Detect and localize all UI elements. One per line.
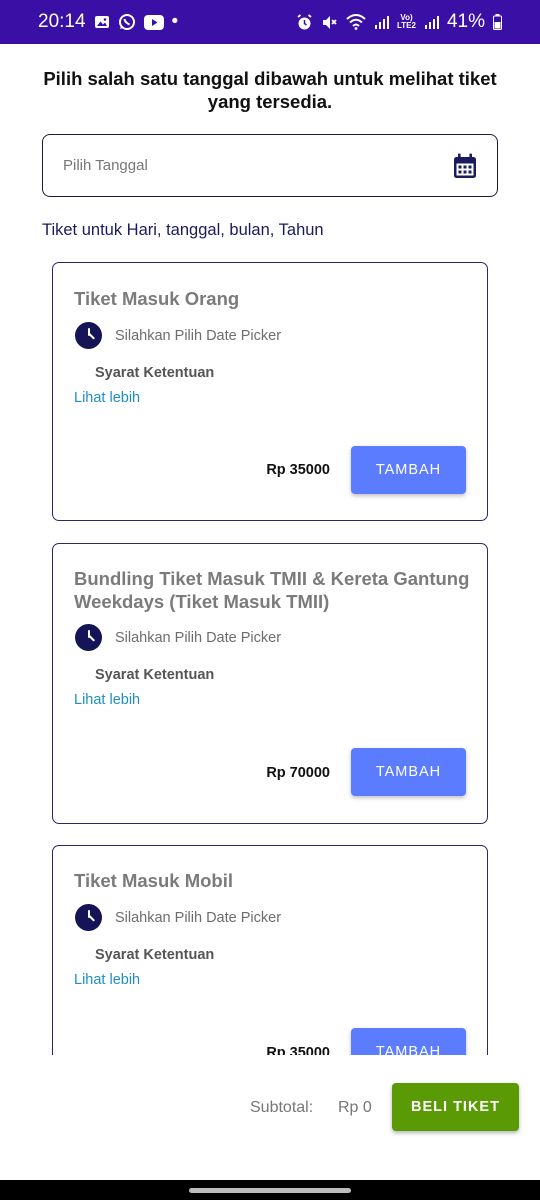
ticket-card: Tiket Masuk Orang Silahkan Pilih Date Pi… xyxy=(52,262,488,521)
subtotal-value: Rp 0 xyxy=(338,1099,372,1116)
add-ticket-button[interactable]: TAMBAH xyxy=(351,748,466,796)
see-more-link[interactable]: Lihat lebih xyxy=(74,692,140,708)
terms-label: Syarat Ketentuan xyxy=(95,667,215,683)
subtotal-label: Subtotal: xyxy=(250,1099,314,1116)
system-nav-bar xyxy=(0,1180,540,1200)
lte-indicator: Vo) LTE2 xyxy=(397,14,416,30)
status-dot: • xyxy=(171,11,179,32)
youtube-icon xyxy=(143,14,164,30)
alarm-icon xyxy=(296,13,313,31)
ticket-price: Rp 70000 xyxy=(266,765,330,781)
ticket-title: Bundling Tiket Masuk TMII & Kereta Gantu… xyxy=(74,568,470,612)
status-left: 20:14 • xyxy=(38,11,178,33)
mute-icon xyxy=(321,14,338,31)
clock-icon xyxy=(75,624,102,651)
battery-percent: 41% xyxy=(446,11,485,32)
checkout-footer: Subtotal: Rp 0 BELI TIKET xyxy=(0,1070,540,1150)
ticket-time-label: Silahkan Pilih Date Picker xyxy=(115,327,282,344)
see-more-link[interactable]: Lihat lebih xyxy=(74,390,140,406)
gallery-icon xyxy=(94,14,110,30)
terms-label: Syarat Ketentuan xyxy=(95,365,215,381)
calendar-icon[interactable] xyxy=(453,153,477,179)
see-more-link[interactable]: Lihat lebih xyxy=(74,972,140,988)
ticket-time-row: Silahkan Pilih Date Picker xyxy=(75,322,281,349)
home-gesture-pill[interactable] xyxy=(189,1188,351,1193)
clock-icon xyxy=(75,322,102,349)
date-picker-placeholder: Pilih Tanggal xyxy=(63,157,148,174)
clock-icon xyxy=(75,904,102,931)
ticket-card: Bundling Tiket Masuk TMII & Kereta Gantu… xyxy=(52,543,488,824)
ticket-title: Tiket Masuk Orang xyxy=(74,288,240,309)
signal-icon-2 xyxy=(424,15,439,30)
ticket-price: Rp 35000 xyxy=(266,462,330,478)
terms-label: Syarat Ketentuan xyxy=(95,947,215,963)
ticket-price: Rp 35000 xyxy=(266,1045,330,1055)
status-time: 20:14 xyxy=(38,11,86,32)
status-bar: 20:14 • Vo) LTE2 41% xyxy=(0,0,540,44)
buy-ticket-button[interactable]: BELI TIKET xyxy=(392,1083,519,1131)
ticket-time-label: Silahkan Pilih Date Picker xyxy=(115,909,282,926)
ticket-time-row: Silahkan Pilih Date Picker xyxy=(75,624,281,651)
page-heading: Pilih salah satu tanggal dibawah untuk m… xyxy=(43,68,497,112)
add-ticket-button[interactable]: TAMBAH xyxy=(351,446,466,494)
ticket-title: Tiket Masuk Mobil xyxy=(74,870,233,891)
status-right: Vo) LTE2 41% xyxy=(296,11,502,33)
date-picker-field[interactable]: Pilih Tanggal xyxy=(42,134,498,197)
wifi-icon xyxy=(346,14,366,30)
ticket-time-row: Silahkan Pilih Date Picker xyxy=(75,904,281,931)
ticket-date-caption: Tiket untuk Hari, tanggal, bulan, Tahun xyxy=(42,221,324,239)
whatsapp-icon xyxy=(118,13,136,31)
ticket-card: Tiket Masuk Mobil Silahkan Pilih Date Pi… xyxy=(52,845,488,1055)
add-ticket-button[interactable]: TAMBAH xyxy=(351,1028,466,1055)
signal-icon xyxy=(374,15,389,30)
battery-icon xyxy=(493,14,502,30)
ticket-time-label: Silahkan Pilih Date Picker xyxy=(115,629,282,646)
ticket-list[interactable]: Tiket Masuk Orang Silahkan Pilih Date Pi… xyxy=(0,255,540,1055)
lte-bottom: LTE2 xyxy=(397,21,416,30)
